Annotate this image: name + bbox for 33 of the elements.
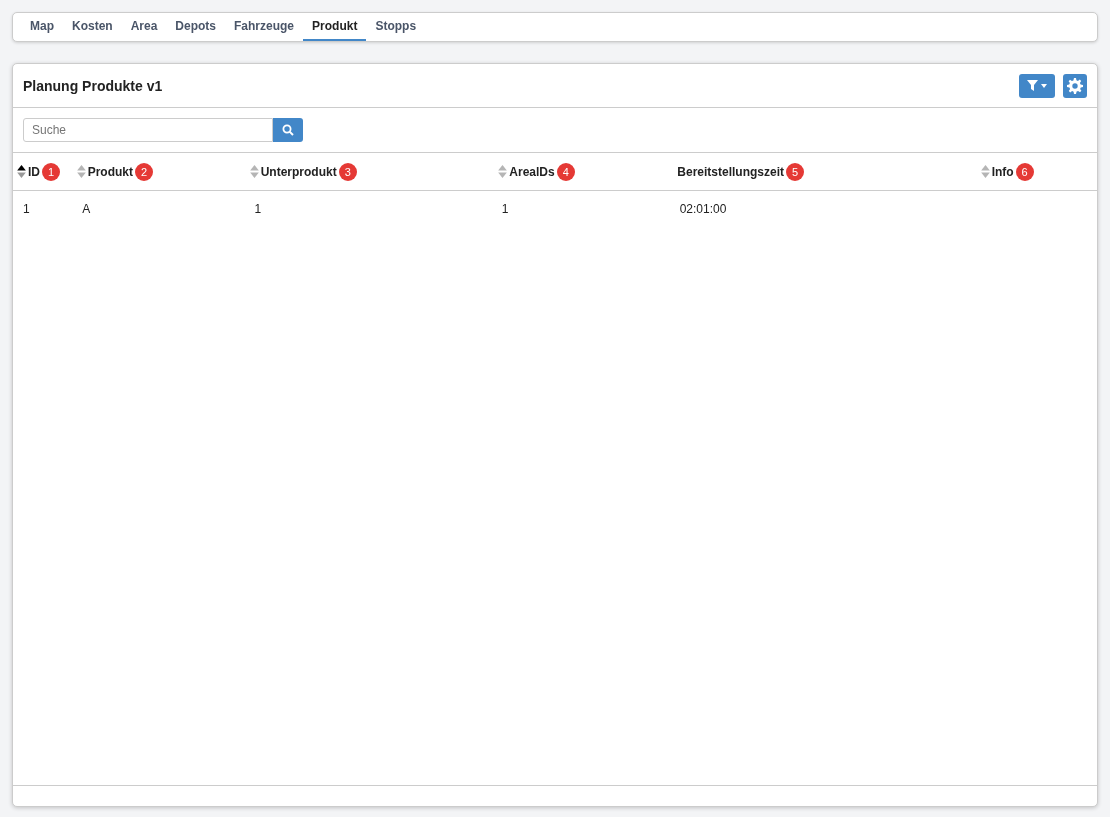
number-badge: 6 [1015,162,1034,181]
column-header[interactable]: Info [991,164,1014,179]
tab[interactable]: Produkt [303,13,367,41]
table-cell: 1 [254,202,262,216]
number-badge: 5 [786,162,805,181]
table-cell: 1 [23,202,30,216]
search-icon [282,124,294,136]
tab[interactable]: Map [21,13,63,41]
column-header[interactable]: Produkt [87,164,133,179]
column-header[interactable]: ArealDs [509,164,555,179]
settings-icon [1067,77,1083,94]
column-header[interactable]: ID [28,164,40,179]
number-badge: 4 [556,162,575,181]
number-badge: 3 [338,162,357,181]
filter-dropdown-button[interactable] [1019,73,1055,98]
tab[interactable]: Stopps [366,13,426,41]
sort-icon[interactable] [17,165,26,178]
search-button[interactable] [273,118,303,142]
tab[interactable]: Depots [166,13,226,41]
search-field[interactable]: Suche [23,118,273,142]
table-cell: A [82,202,91,216]
panel-title: Planung Produkte v1 [23,77,163,94]
settings-button[interactable] [1063,73,1087,98]
tab[interactable]: Fahrzeuge [225,13,304,41]
table-cell: 1 [501,202,509,216]
filter-icon [1027,79,1047,92]
column-header[interactable]: Unterprodukt [260,164,337,179]
column-header[interactable]: Bereitstellungszeit [677,164,785,179]
number-badge: 2 [135,162,153,181]
table-cell: 02:01:00 [679,202,727,216]
number-badge: 1 [42,162,60,181]
tab[interactable]: Area [121,13,167,41]
tab[interactable]: Kosten [63,13,122,41]
